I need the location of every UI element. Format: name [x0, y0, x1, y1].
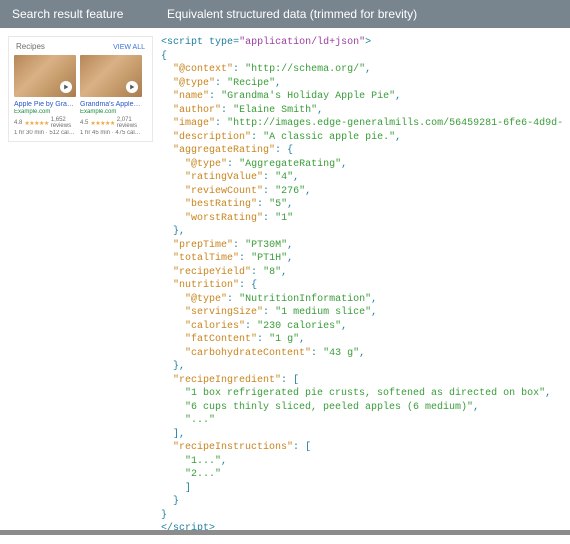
- table-header-row: Search result feature Equivalent structu…: [0, 0, 570, 28]
- rating-value: 4.5: [80, 120, 88, 126]
- review-count: 2,071 reviews: [117, 117, 142, 129]
- star-icon: ★★★★★: [24, 120, 48, 127]
- header-structured-data: Equivalent structured data (trimmed for …: [167, 7, 558, 21]
- recipe-card-block: Recipes VIEW ALL Apple Pie by Grandma Ex…: [8, 36, 153, 142]
- recipe-meta: 1 hr 45 min · 475 calories: [80, 130, 142, 136]
- recipe-title: Grandma's Apple Pie: [80, 101, 142, 108]
- card-title: Recipes: [16, 42, 45, 51]
- recipe-image-2: [80, 55, 142, 97]
- star-icon: ★★★★★: [90, 120, 114, 127]
- code-block: <script type="application/ld+json"> { "@…: [161, 36, 562, 536]
- content-row: Recipes VIEW ALL Apple Pie by Grandma Ex…: [0, 28, 570, 544]
- recipe-rating: 4.8 ★★★★★ 1,652 reviews: [14, 117, 76, 129]
- header-search-feature: Search result feature: [12, 7, 167, 21]
- play-icon: [60, 81, 72, 93]
- recipe-source: Example.com: [14, 109, 76, 115]
- recipe-image-1: [14, 55, 76, 97]
- play-icon: [126, 81, 138, 93]
- search-feature-column: Recipes VIEW ALL Apple Pie by Grandma Ex…: [8, 36, 153, 536]
- recipe-source: Example.com: [80, 109, 142, 115]
- footer-bar: [0, 530, 570, 535]
- recipe-result-1[interactable]: Apple Pie by Grandma Example.com 4.8 ★★★…: [14, 55, 76, 136]
- view-all-link[interactable]: VIEW ALL: [113, 44, 145, 51]
- recipe-meta: 1 hr 30 min · 512 calories: [14, 130, 76, 136]
- recipe-title: Apple Pie by Grandma: [14, 101, 76, 108]
- recipe-rating: 4.5 ★★★★★ 2,071 reviews: [80, 117, 142, 129]
- review-count: 1,652 reviews: [51, 117, 76, 129]
- structured-data-column: <script type="application/ld+json"> { "@…: [161, 36, 562, 536]
- rating-value: 4.8: [14, 120, 22, 126]
- recipe-result-2[interactable]: Grandma's Apple Pie Example.com 4.5 ★★★★…: [80, 55, 142, 136]
